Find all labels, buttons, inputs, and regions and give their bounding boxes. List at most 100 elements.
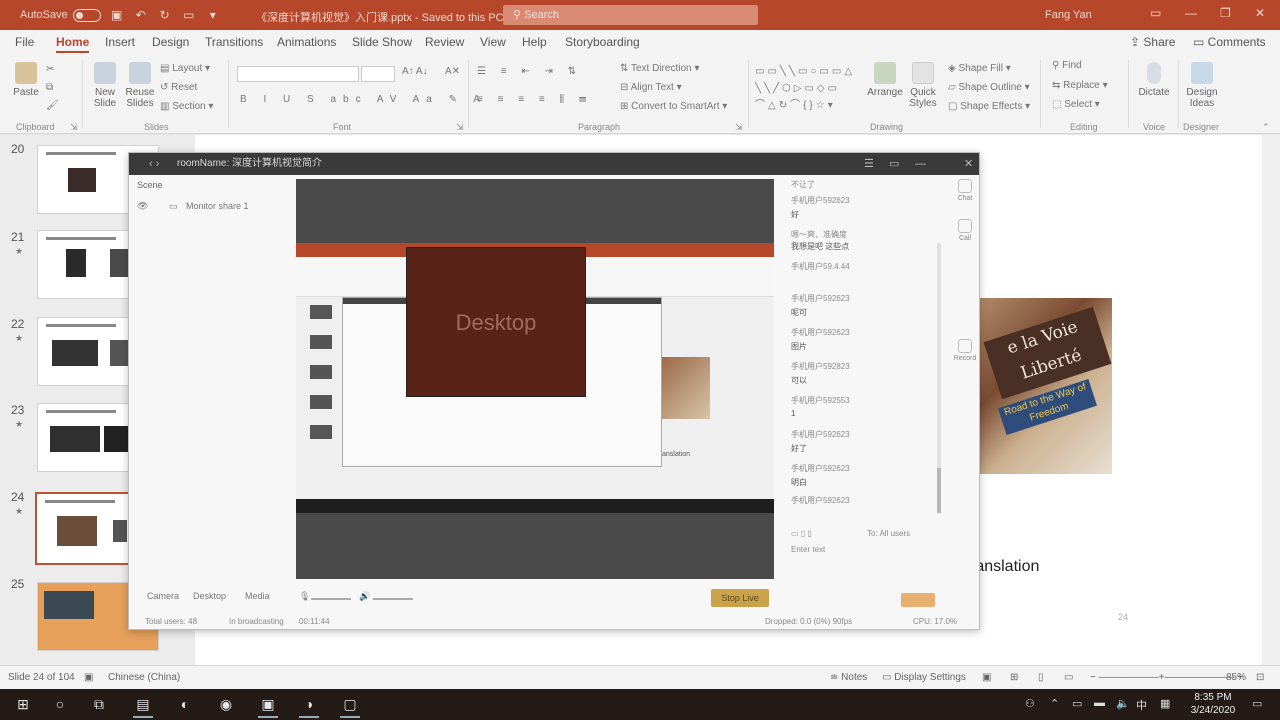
eye-icon[interactable]: 👁 [137, 201, 148, 211]
save-icon[interactable]: ▣ [109, 8, 125, 22]
share-button[interactable]: ⇪ Share [1130, 35, 1175, 49]
tab-slide-show[interactable]: Slide Show [352, 35, 412, 49]
slide-photo[interactable]: e la Voie Liberté Road to the Way of Fre… [980, 298, 1112, 474]
zoom-level[interactable]: 85% [1226, 672, 1246, 683]
speaker-icon[interactable]: 🔊 [359, 591, 370, 602]
cut-icon[interactable]: ✂ [46, 64, 54, 75]
reading-view-icon[interactable]: ▯ [1038, 672, 1044, 683]
slide-show-icon[interactable]: ▭ [1064, 672, 1073, 683]
shape-fill-button[interactable]: ◈ Shape Fill ▾ [948, 63, 1011, 74]
chat-scrollbar-thumb[interactable] [937, 468, 941, 513]
chat-input[interactable]: Enter text [791, 545, 825, 554]
search-box[interactable]: ⚲ Search [503, 5, 758, 25]
tab-insert[interactable]: Insert [105, 35, 135, 49]
user-name[interactable]: Fang Yan [1045, 9, 1092, 21]
speaker-volume-slider[interactable] [373, 598, 413, 600]
close-icon[interactable]: ✕ [964, 153, 973, 175]
chat-toolbar-icons[interactable]: ▭ ▯ ▯ [791, 529, 812, 538]
arrange-button[interactable]: Arrange [866, 62, 904, 98]
network-icon[interactable]: ▭ [1072, 697, 1082, 710]
camera-source-button[interactable]: Camera [147, 591, 179, 601]
input-method-indicator[interactable]: 中 [1136, 697, 1147, 713]
windows-start-icon[interactable]: ⊞ [10, 693, 36, 715]
comments-button[interactable]: ▭ Comments [1193, 35, 1266, 49]
quick-styles-button[interactable]: Quick Styles [905, 62, 941, 109]
record-button[interactable]: Record [953, 339, 977, 362]
chat-button[interactable]: Chat [953, 179, 977, 202]
design-ideas-button[interactable]: Design Ideas [1183, 62, 1221, 109]
paragraph-launcher-icon[interactable]: ⇲ [735, 122, 743, 133]
align-buttons[interactable]: ≡ ≡ ≡ ≡ ⫼ ☰ [477, 94, 592, 105]
notes-button[interactable]: ≐ Notes [830, 672, 867, 683]
tab-help[interactable]: Help [522, 35, 547, 49]
replace-button[interactable]: ⇆ Replace ▾ [1052, 80, 1108, 91]
spellcheck-icon[interactable]: ▣ [84, 672, 93, 683]
vertical-scrollbar[interactable] [1262, 135, 1280, 665]
tab-view[interactable]: View [480, 35, 506, 49]
tab-design[interactable]: Design [152, 35, 189, 49]
font-name-input[interactable] [237, 66, 359, 82]
scene-item[interactable]: 👁 ▭ Monitor share 1 [137, 201, 249, 212]
minimize-icon[interactable]: — [915, 153, 926, 175]
ime-mode-icon[interactable]: ▦ [1160, 697, 1170, 710]
normal-view-icon[interactable]: ▣ [982, 672, 991, 683]
powerpoint-icon[interactable]: ◑ [296, 693, 322, 718]
tab-review[interactable]: Review [425, 35, 464, 49]
reset-button[interactable]: ↺ Reset [160, 82, 197, 93]
screen-icon[interactable]: ▭ [889, 153, 899, 175]
clear-format-icon[interactable]: A✕ [445, 66, 460, 77]
tab-storyboarding[interactable]: Storyboarding [565, 35, 640, 49]
font-style-buttons[interactable]: B I U S abc AV Aa ✎ A [240, 94, 487, 105]
volume-icon[interactable]: 🔈 [1116, 697, 1130, 710]
undo-icon[interactable]: ↶ [133, 8, 149, 22]
dictate-button[interactable]: Dictate [1134, 62, 1174, 98]
desktop-source-button[interactable]: Desktop [193, 591, 226, 601]
layout-button[interactable]: ▤ Layout ▾ [160, 63, 210, 74]
font-size-input[interactable] [361, 66, 395, 82]
shapes-gallery[interactable]: ▭▭╲╲▭○▭▭△ ╲╲╱⬡▷▭◇▭ ⌒△↻⌒{}☆▾ [755, 63, 860, 114]
app-icon[interactable]: ▣ [255, 693, 281, 718]
list-buttons[interactable]: ☰ ≡ ⇤ ⇥ ⇅ [477, 66, 582, 77]
ribbon-display-icon[interactable]: ▭ [1150, 6, 1161, 20]
zoom-slider[interactable]: − ——————+——————— + [1090, 672, 1243, 683]
notifications-icon[interactable]: ▭ [1252, 697, 1262, 710]
microphone-volume-slider[interactable] [311, 598, 351, 600]
file-explorer-icon[interactable]: ▤ [130, 693, 156, 718]
section-button[interactable]: ▥ Section ▾ [160, 101, 213, 112]
language-status[interactable]: Chinese (China) [108, 672, 180, 683]
font-launcher-icon[interactable]: ⇲ [456, 122, 464, 133]
search-icon[interactable]: ○ [47, 693, 73, 715]
present-icon[interactable]: ▭ [181, 8, 197, 22]
collapse-ribbon-icon[interactable]: ⌃ [1262, 122, 1270, 133]
close-icon[interactable]: ✕ [1255, 6, 1265, 20]
text-direction-button[interactable]: ⇅ Text Direction ▾ [620, 63, 699, 74]
copy-icon[interactable]: ⧉ [46, 82, 53, 93]
broadcast-action-button[interactable] [901, 593, 935, 607]
maximize-icon[interactable]: ❐ [1220, 6, 1231, 20]
edge-browser-icon[interactable]: ◐ [172, 693, 198, 715]
back-icon[interactable]: ‹ › [149, 153, 159, 175]
tab-file[interactable]: File [15, 35, 34, 49]
show-hidden-icons[interactable]: ⌃ [1050, 697, 1059, 710]
grid-icon[interactable]: ☰ [864, 153, 874, 175]
align-text-button[interactable]: ⊟ Align Text ▾ [620, 82, 682, 93]
new-slide-button[interactable]: New Slide [88, 62, 122, 109]
broadcast-app-icon[interactable]: ▢ [337, 693, 363, 718]
slide-body-text[interactable]: ranslation [970, 558, 1039, 576]
find-button[interactable]: ⚲ Find [1052, 60, 1082, 71]
people-icon[interactable]: ⚇ [1025, 697, 1035, 710]
battery-icon[interactable]: ▬ [1094, 697, 1105, 709]
redo-icon[interactable]: ↻ [157, 8, 173, 22]
fit-to-window-icon[interactable]: ⊡ [1256, 672, 1264, 683]
tab-animations[interactable]: Animations [277, 35, 336, 49]
grow-font-icon[interactable]: A↑ A↓ [402, 66, 428, 77]
task-view-icon[interactable]: ⧉ [86, 693, 112, 715]
autosave-toggle[interactable] [72, 8, 101, 22]
tab-home[interactable]: Home [56, 35, 90, 53]
chat-recipient-select[interactable]: To: All users [867, 529, 910, 538]
minimize-icon[interactable]: — [1185, 6, 1197, 20]
system-clock[interactable]: 8:35 PM 3/24/2020 [1183, 691, 1243, 717]
media-source-button[interactable]: Media [245, 591, 270, 601]
format-painter-icon[interactable]: 🖌 [46, 100, 59, 111]
slide-sorter-icon[interactable]: ⊞ [1010, 672, 1018, 683]
